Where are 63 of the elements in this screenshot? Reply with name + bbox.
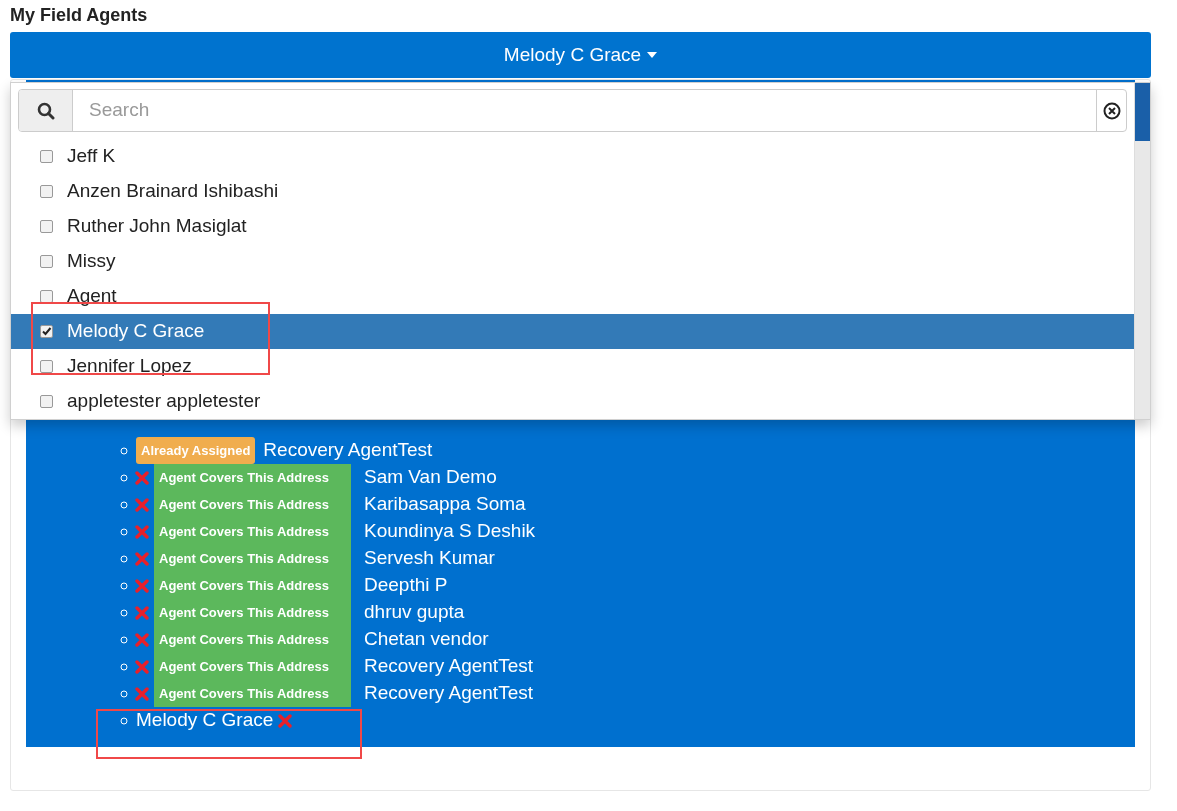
agent-covers-badge: Agent Covers This Address [154,680,351,707]
agent-covers-badge: Agent Covers This Address [154,653,351,680]
agent-option[interactable]: Jeff K [11,139,1134,174]
agent-option[interactable]: Anzen Brainard Ishibashi [11,174,1134,209]
agent-name: Chetan vendor [364,627,489,652]
bullet-icon [120,689,128,698]
remove-icon[interactable] [135,497,149,512]
bullet-icon [120,635,128,644]
agent-covers-badge: Agent Covers This Address [154,464,351,491]
section-title: My Field Agents [10,4,149,27]
agent-option[interactable]: Missy [11,244,1134,279]
agent-name: Recovery AgentTest [364,681,533,706]
checkbox[interactable] [40,185,53,198]
remove-icon[interactable] [135,659,149,674]
search-icon [36,101,55,120]
bullet-icon [120,662,128,671]
bullet-icon [120,473,128,482]
checkbox[interactable] [40,255,53,268]
bullet-icon [120,581,128,590]
remove-icon[interactable] [278,713,293,728]
remove-icon[interactable] [135,470,149,485]
checkbox[interactable] [40,220,53,233]
agent-name: Servesh Kumar [364,546,495,571]
remove-icon[interactable] [135,605,149,620]
remove-icon[interactable] [135,686,149,701]
agent-option[interactable]: Ruther John Masiglat [11,209,1134,244]
agent-name: Deepthi P [364,573,448,598]
bullet-icon [120,527,128,536]
agent-name: Recovery AgentTest [364,654,533,679]
caret-icon [647,52,658,58]
agent-option[interactable]: Jennifer Lopez [11,349,1134,384]
bullet-icon [120,500,128,509]
agent-selector-button[interactable]: Melody C Grace [10,32,1151,78]
checkbox[interactable] [40,360,53,373]
bullet-icon [120,716,128,725]
bullet-icon [120,446,128,455]
agent-covers-badge: Agent Covers This Address [154,626,351,653]
agent-name: Karibasappa Soma [364,492,526,517]
remove-icon[interactable] [135,524,149,539]
agent-option[interactable]: Melody C Grace [11,314,1134,349]
agent-option[interactable]: appletester appletester [11,384,1134,419]
agent-covers-badge: Agent Covers This Address [154,545,351,572]
already-assigned-badge: Already Assigned [136,437,256,464]
clear-icon[interactable] [1102,101,1121,120]
agent-name: dhruv gupta [364,600,465,625]
checkbox[interactable] [40,325,53,338]
agent-option[interactable]: Agent [11,279,1134,314]
agent-name: Koundinya S Deshik [364,519,536,544]
agent-covers-badge: Agent Covers This Address [154,491,351,518]
scrollbar[interactable] [1134,83,1150,419]
checkbox[interactable] [40,150,53,163]
remove-icon[interactable] [135,578,149,593]
checkbox[interactable] [40,395,53,408]
bullet-icon [120,554,128,563]
bullet-icon [120,608,128,617]
remove-icon[interactable] [135,551,149,566]
agent-covers-badge: Agent Covers This Address [154,518,351,545]
agent-covers-badge: Agent Covers This Address [154,599,351,626]
agent-name: Recovery AgentTest [263,438,433,463]
agent-name: Sam Van Demo [364,465,497,490]
remove-icon[interactable] [135,632,149,647]
agent-name: Melody C Grace [136,708,274,733]
agent-covers-badge: Agent Covers This Address [154,572,351,599]
